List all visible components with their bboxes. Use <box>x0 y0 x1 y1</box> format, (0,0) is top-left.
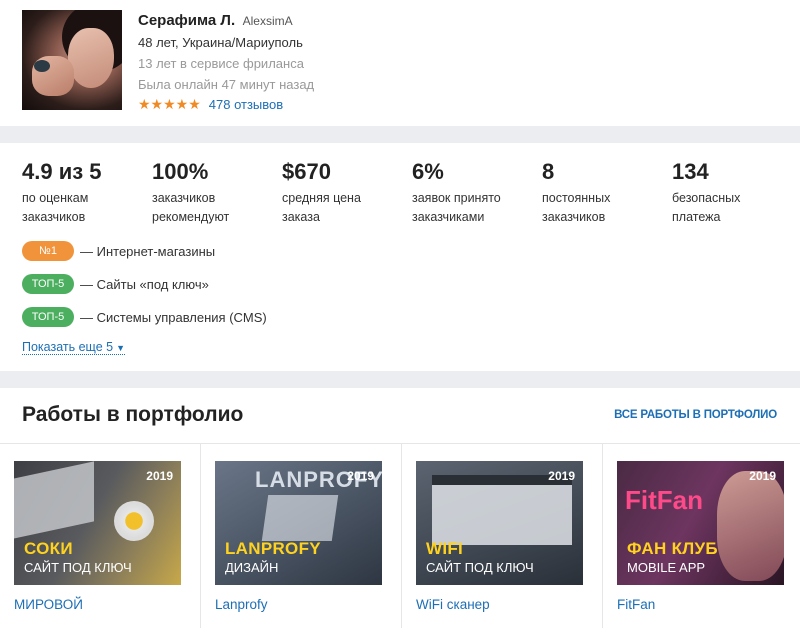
chevron-down-icon: ▼ <box>116 343 126 353</box>
stat-accepted: 6% заявок принято заказчиками <box>412 158 537 227</box>
stat-avg-price: $670 средняя цена заказа <box>282 158 407 227</box>
rating-stars-icon: ★★★★★ <box>138 96 201 112</box>
portfolio-year: 2019 <box>347 469 374 483</box>
stat-recommend: 100% заказчиков рекомендуют <box>152 158 277 227</box>
portfolio-section: Работы в портфолио ВСЕ РАБОТЫ В ПОРТФОЛИ… <box>0 388 800 628</box>
profile-header: Серафима Л. AlexsimA 48 лет, Украина/Мар… <box>0 0 800 126</box>
avatar-object <box>34 60 50 72</box>
stat-value: 100% <box>152 159 209 184</box>
portfolio-thumb-subtitle: САЙТ ПОД КЛЮЧ <box>426 560 534 575</box>
stat-label: постоянных заказчиков <box>542 191 611 224</box>
experience: 13 лет в сервисе фриланса <box>138 56 304 71</box>
portfolio-caption[interactable]: FitFan <box>617 597 655 612</box>
portfolio-thumb-title: ФАН КЛУБ <box>627 539 718 558</box>
section-separator <box>0 126 800 143</box>
stat-label: по оценкам заказчиков <box>22 191 89 224</box>
rank-badge: ТОП-5 <box>22 274 74 294</box>
stat-value: $670 <box>282 159 331 184</box>
show-more-link[interactable]: Показать еще 5 ▼ <box>22 340 126 355</box>
rank-badge: №1 <box>22 241 74 261</box>
rank-item[interactable]: ТОП-5 — Сайты «под ключ» <box>22 273 267 295</box>
juice-image <box>114 501 154 541</box>
name-row: Серафима Л. AlexsimA <box>138 12 293 30</box>
rating-row: ★★★★★ 478 отзывов <box>138 96 283 113</box>
portfolio-caption[interactable]: МИРОВОЙ <box>14 597 83 612</box>
portfolio-thumbnail[interactable]: FitFan 2019 ФАН КЛУБ MOBILE APP <box>617 461 784 585</box>
portfolio-card[interactable]: FitFan 2019 ФАН КЛУБ MOBILE APP FitFan <box>603 444 800 628</box>
portfolio-thumb-subtitle: САЙТ ПОД КЛЮЧ <box>24 560 132 575</box>
stat-value: 8 <box>542 159 555 184</box>
portfolio-thumb-title: СОКИ <box>24 539 73 558</box>
portfolio-thumbnail[interactable]: 2019 WIFI САЙТ ПОД КЛЮЧ <box>416 461 583 585</box>
section-separator <box>0 371 800 388</box>
age-location: 48 лет, Украина/Мариуполь <box>138 35 303 50</box>
category-ranks: №1 — Интернет-магазины ТОП-5 — Сайты «по… <box>22 240 267 339</box>
rank-item[interactable]: ТОП-5 — Системы управления (CMS) <box>22 306 267 328</box>
stat-value: 6% <box>412 159 444 184</box>
portfolio-card[interactable]: 2019 СОКИ САЙТ ПОД КЛЮЧ МИРОВОЙ <box>0 444 201 628</box>
portfolio-caption[interactable]: WiFi сканер <box>416 597 490 612</box>
show-more-label: Показать еще 5 <box>22 340 114 354</box>
last-online: Была онлайн 47 минут назад <box>138 77 315 92</box>
stat-regular-clients: 8 постоянных заказчиков <box>542 158 667 227</box>
laptop-image <box>14 461 94 541</box>
avatar-face <box>68 28 114 88</box>
portfolio-thumbnail[interactable]: LANPROFY 2019 LANPROFY ДИЗАЙН <box>215 461 382 585</box>
rank-category: — Сайты «под ключ» <box>80 276 209 292</box>
rank-category: — Интернет-магазины <box>80 243 216 259</box>
stat-label: безопасных платежа <box>672 191 741 224</box>
reviews-link[interactable]: 478 отзывов <box>209 97 283 112</box>
portfolio-thumb-subtitle: MOBILE APP <box>627 560 706 575</box>
business-card-image <box>261 495 339 541</box>
portfolio-thumbnail[interactable]: 2019 СОКИ САЙТ ПОД КЛЮЧ <box>14 461 181 585</box>
stats-section: 4.9 из 5 по оценкам заказчиков 100% заказ… <box>0 143 800 371</box>
stat-label: заказчиков рекомендуют <box>152 191 230 224</box>
stat-rating: 4.9 из 5 по оценкам заказчиков <box>22 158 147 227</box>
portfolio-title: Работы в портфолио <box>22 403 244 426</box>
stat-safe-payments: 134 безопасных платежа <box>672 158 797 227</box>
freelancer-name: Серафима Л. <box>138 12 236 29</box>
portfolio-thumb-title: WIFI <box>426 539 464 558</box>
portfolio-year: 2019 <box>146 469 173 483</box>
portfolio-thumb-subtitle: ДИЗАЙН <box>225 560 279 575</box>
portfolio-year: 2019 <box>548 469 575 483</box>
rank-item[interactable]: №1 — Интернет-магазины <box>22 240 267 262</box>
portfolio-thumb-title: LANPROFY <box>225 539 321 558</box>
photo-image <box>717 471 784 581</box>
stat-value: 4.9 из 5 <box>22 159 102 184</box>
portfolio-card[interactable]: LANPROFY 2019 LANPROFY ДИЗАЙН Lanprofy <box>201 444 402 628</box>
rank-category: — Системы управления (CMS) <box>80 309 267 325</box>
stat-label: заявок принято заказчиками <box>412 191 501 224</box>
fitfan-logo: FitFan <box>625 485 703 515</box>
portfolio-card[interactable]: 2019 WIFI САЙТ ПОД КЛЮЧ WiFi сканер <box>402 444 603 628</box>
stat-label: средняя цена заказа <box>282 191 361 224</box>
freelancer-login: AlexsimA <box>242 14 293 28</box>
all-works-link[interactable]: ВСЕ РАБОТЫ В ПОРТФОЛИО <box>614 409 777 421</box>
screen-image <box>432 475 572 545</box>
portfolio-caption[interactable]: Lanprofy <box>215 597 268 612</box>
avatar[interactable] <box>22 10 122 110</box>
rank-badge: ТОП-5 <box>22 307 74 327</box>
portfolio-year: 2019 <box>749 469 776 483</box>
stat-value: 134 <box>672 159 709 184</box>
